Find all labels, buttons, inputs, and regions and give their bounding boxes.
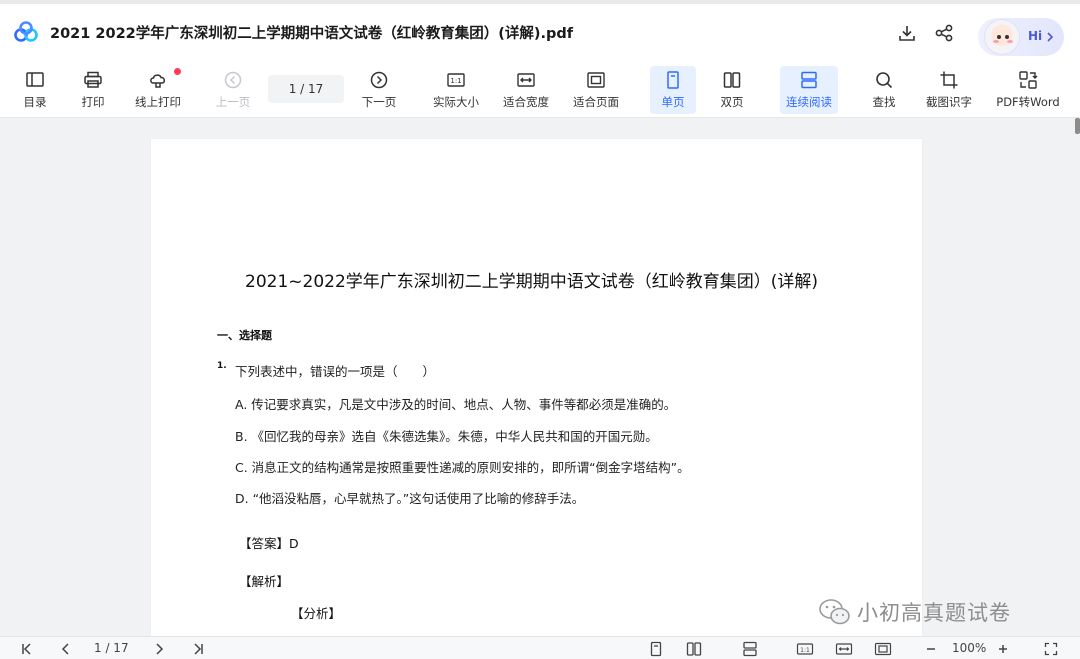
- fit-page-label: 适合页面: [573, 95, 619, 109]
- notification-dot: [174, 68, 181, 75]
- next-page-icon[interactable]: [150, 640, 168, 657]
- svg-text:1:1: 1:1: [450, 77, 461, 85]
- fit-page-small-icon[interactable]: [874, 640, 892, 657]
- assistant-button[interactable]: Hi: [978, 18, 1064, 56]
- fit-width-label: 适合宽度: [503, 95, 549, 109]
- option-a: A. 传记要求真实，凡是文中涉及的时间、地点、人物、事件等都必须是准确的。: [235, 397, 677, 412]
- prev-page-label: 上一页: [215, 95, 251, 109]
- toc-button[interactable]: 目录: [18, 66, 52, 114]
- continuous-read-icon: [798, 69, 820, 91]
- download-icon[interactable]: [896, 22, 918, 44]
- double-page-view-icon[interactable]: [685, 640, 703, 657]
- document-title: 2021 2022学年广东深圳初二上学期期中语文试卷（红岭教育集团）(详解).p…: [50, 26, 574, 42]
- question-stem: 下列表述中，错误的一项是（ ）: [235, 364, 436, 379]
- watermark-text: 小初高真题试卷: [857, 601, 1011, 625]
- printer-icon: [82, 69, 104, 91]
- first-page-icon[interactable]: [18, 640, 36, 657]
- analysis-label: 【解析】: [239, 574, 290, 589]
- next-page-button[interactable]: 下一页: [358, 66, 400, 114]
- single-page-button[interactable]: 单页: [650, 66, 696, 114]
- fit-width-small-icon[interactable]: [835, 640, 853, 657]
- fit-page-icon: [585, 69, 607, 91]
- prev-page-icon[interactable]: [57, 640, 75, 657]
- actual-size-icon: 1:1: [445, 69, 467, 91]
- double-page-icon: [721, 69, 743, 91]
- continuous-view-icon[interactable]: [741, 640, 759, 657]
- page-number-input[interactable]: 1 / 17: [268, 75, 344, 103]
- bottom-bar: 1 / 17 1:1 100%: [0, 636, 1080, 659]
- pdf-page: 2021~2022学年广东深圳初二上学期期中语文试卷（红岭教育集团）(详解) 一…: [151, 139, 922, 636]
- find-label: 查找: [872, 95, 896, 109]
- next-circle-icon: [368, 69, 390, 91]
- bottom-page-indicator[interactable]: 1 / 17: [94, 641, 129, 655]
- section-heading: 一、选择题: [217, 329, 272, 342]
- convert-icon: [1017, 69, 1039, 91]
- zoom-out-icon[interactable]: [922, 640, 940, 657]
- find-button[interactable]: 查找: [866, 66, 902, 114]
- option-c: C. 消息正文的结构通常是按照重要性递减的原则安排的，即所谓“倒金字塔结构”。: [235, 460, 690, 475]
- single-page-view-icon[interactable]: [647, 640, 665, 657]
- print-label: 打印: [81, 95, 105, 109]
- ocr-label: 截图识字: [926, 95, 972, 109]
- fit-width-button[interactable]: 适合宽度: [500, 66, 552, 114]
- chevron-right-icon: [1047, 32, 1054, 42]
- actual-size-small-icon[interactable]: 1:1: [796, 640, 814, 657]
- crop-icon: [938, 69, 960, 91]
- exam-title: 2021~2022学年广东深圳初二上学期期中语文试卷（红岭教育集团）(详解): [245, 272, 819, 292]
- toc-label: 目录: [23, 95, 47, 109]
- wechat-icon: [819, 599, 850, 625]
- single-page-icon: [662, 69, 684, 91]
- assistant-avatar: [984, 19, 1020, 55]
- pdf-to-word-label: PDF转Word: [996, 95, 1060, 109]
- fit-width-icon: [515, 69, 537, 91]
- next-page-label: 下一页: [361, 95, 397, 109]
- ocr-button[interactable]: 截图识字: [922, 66, 976, 114]
- double-page-button[interactable]: 双页: [712, 66, 752, 114]
- toolbar: 目录 打印 线上打印 上一页 1 / 17 下一页 1:1 实际大小 适合宽度 …: [0, 62, 1080, 118]
- prev-circle-icon: [222, 69, 244, 91]
- fit-page-button[interactable]: 适合页面: [570, 66, 622, 114]
- app-logo-icon: [14, 21, 38, 43]
- double-page-label: 双页: [720, 95, 744, 109]
- document-viewer[interactable]: 2021~2022学年广东深圳初二上学期期中语文试卷（红岭教育集团）(详解) 一…: [0, 118, 1080, 636]
- last-page-icon[interactable]: [189, 640, 207, 657]
- zoom-in-icon[interactable]: [994, 640, 1012, 657]
- pdf-to-word-button[interactable]: PDF转Word: [992, 66, 1064, 114]
- svg-text:1:1: 1:1: [800, 647, 810, 654]
- answer-value: D: [289, 536, 299, 551]
- search-icon: [873, 69, 895, 91]
- zoom-level[interactable]: 100%: [952, 641, 986, 655]
- toc-icon: [24, 69, 46, 91]
- cloud-print-icon: [147, 69, 169, 91]
- sub-analysis-label: 【分析】: [291, 606, 342, 621]
- online-print-label: 线上打印: [135, 95, 181, 109]
- actual-size-button[interactable]: 1:1 实际大小: [430, 66, 482, 114]
- print-button[interactable]: 打印: [76, 66, 110, 114]
- continuous-read-label: 连续阅读: [786, 95, 832, 109]
- title-bar: 2021 2022学年广东深圳初二上学期期中语文试卷（红岭教育集团）(详解).p…: [0, 0, 1080, 62]
- option-b: B. 《回忆我的母亲》选自《朱德选集》。朱德，中华人民共和国的开国元勋。: [235, 429, 658, 444]
- fullscreen-icon[interactable]: [1042, 640, 1060, 657]
- assistant-label: Hi: [1028, 29, 1043, 43]
- continuous-read-button[interactable]: 连续阅读: [780, 66, 838, 114]
- answer-label: 【答案】: [239, 536, 290, 551]
- single-page-label: 单页: [661, 95, 685, 109]
- answer-row: 【答案】D: [239, 533, 299, 552]
- vertical-scrollbar[interactable]: [1075, 118, 1080, 134]
- actual-size-label: 实际大小: [433, 95, 479, 109]
- option-d: D. “他滔没粘唇，心早就热了。”这句话使用了比喻的修辞手法。: [235, 491, 585, 506]
- share-icon[interactable]: [933, 22, 955, 44]
- question-number: 1.: [217, 361, 227, 371]
- watermark: 小初高真题试卷: [817, 593, 1049, 629]
- online-print-button[interactable]: 线上打印: [130, 66, 186, 114]
- prev-page-button[interactable]: 上一页: [212, 66, 254, 114]
